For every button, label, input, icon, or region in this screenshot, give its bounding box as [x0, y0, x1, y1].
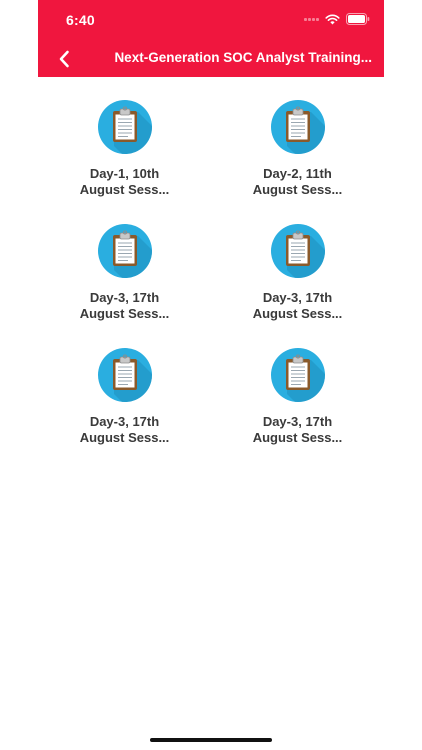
session-title-line2: August Sess... [252, 430, 343, 445]
home-indicator[interactable] [150, 738, 272, 742]
session-title-line2: August Sess... [79, 306, 170, 321]
chevron-left-icon [59, 50, 69, 68]
clipboard-icon [97, 348, 152, 402]
app-screen: 6:40 Next-Generation SOC Analyst Trainin… [38, 0, 384, 750]
session-label: Day-3, 17th August Sess... [243, 290, 353, 322]
session-title-line1: Day-3, 17th [89, 414, 160, 429]
session-title-line1: Day-2, 11th [263, 166, 332, 181]
status-time: 6:40 [66, 12, 95, 28]
clipboard-icon [270, 224, 325, 278]
session-grid: Day-1, 10th August Sess... Day-2, 11th A… [38, 100, 384, 446]
session-item-6[interactable]: Day-3, 17th August Sess... [211, 348, 384, 446]
clipboard-icon [97, 224, 152, 278]
session-item-2[interactable]: Day-2, 11th August Sess... [211, 100, 384, 198]
session-item-1[interactable]: Day-1, 10th August Sess... [38, 100, 211, 198]
session-label: Day-3, 17th August Sess... [70, 414, 180, 446]
session-label: Day-3, 17th August Sess... [70, 290, 180, 322]
cellular-signal-icon [304, 17, 319, 21]
session-title-line2: August Sess... [252, 182, 343, 197]
clipboard-icon [97, 100, 152, 154]
clipboard-icon [270, 100, 325, 154]
battery-icon [346, 13, 370, 25]
session-item-4[interactable]: Day-3, 17th August Sess... [211, 224, 384, 322]
session-title-line1: Day-3, 17th [89, 290, 160, 305]
session-item-3[interactable]: Day-3, 17th August Sess... [38, 224, 211, 322]
session-title-line1: Day-3, 17th [262, 414, 333, 429]
session-title-line2: August Sess... [79, 182, 170, 197]
page-title: Next-Generation SOC Analyst Training... [114, 50, 372, 65]
session-label: Day-3, 17th August Sess... [243, 414, 353, 446]
session-title-line2: August Sess... [252, 306, 343, 321]
session-label: Day-2, 11th August Sess... [243, 166, 353, 198]
back-button[interactable] [52, 47, 76, 71]
status-icons [304, 13, 370, 25]
wifi-icon [325, 13, 340, 25]
session-title-line1: Day-3, 17th [262, 290, 333, 305]
nav-header: 6:40 Next-Generation SOC Analyst Trainin… [38, 0, 384, 77]
session-label: Day-1, 10th August Sess... [70, 166, 180, 198]
session-item-5[interactable]: Day-3, 17th August Sess... [38, 348, 211, 446]
clipboard-icon [270, 348, 325, 402]
session-title-line1: Day-1, 10th [89, 166, 160, 181]
session-title-line2: August Sess... [79, 430, 170, 445]
